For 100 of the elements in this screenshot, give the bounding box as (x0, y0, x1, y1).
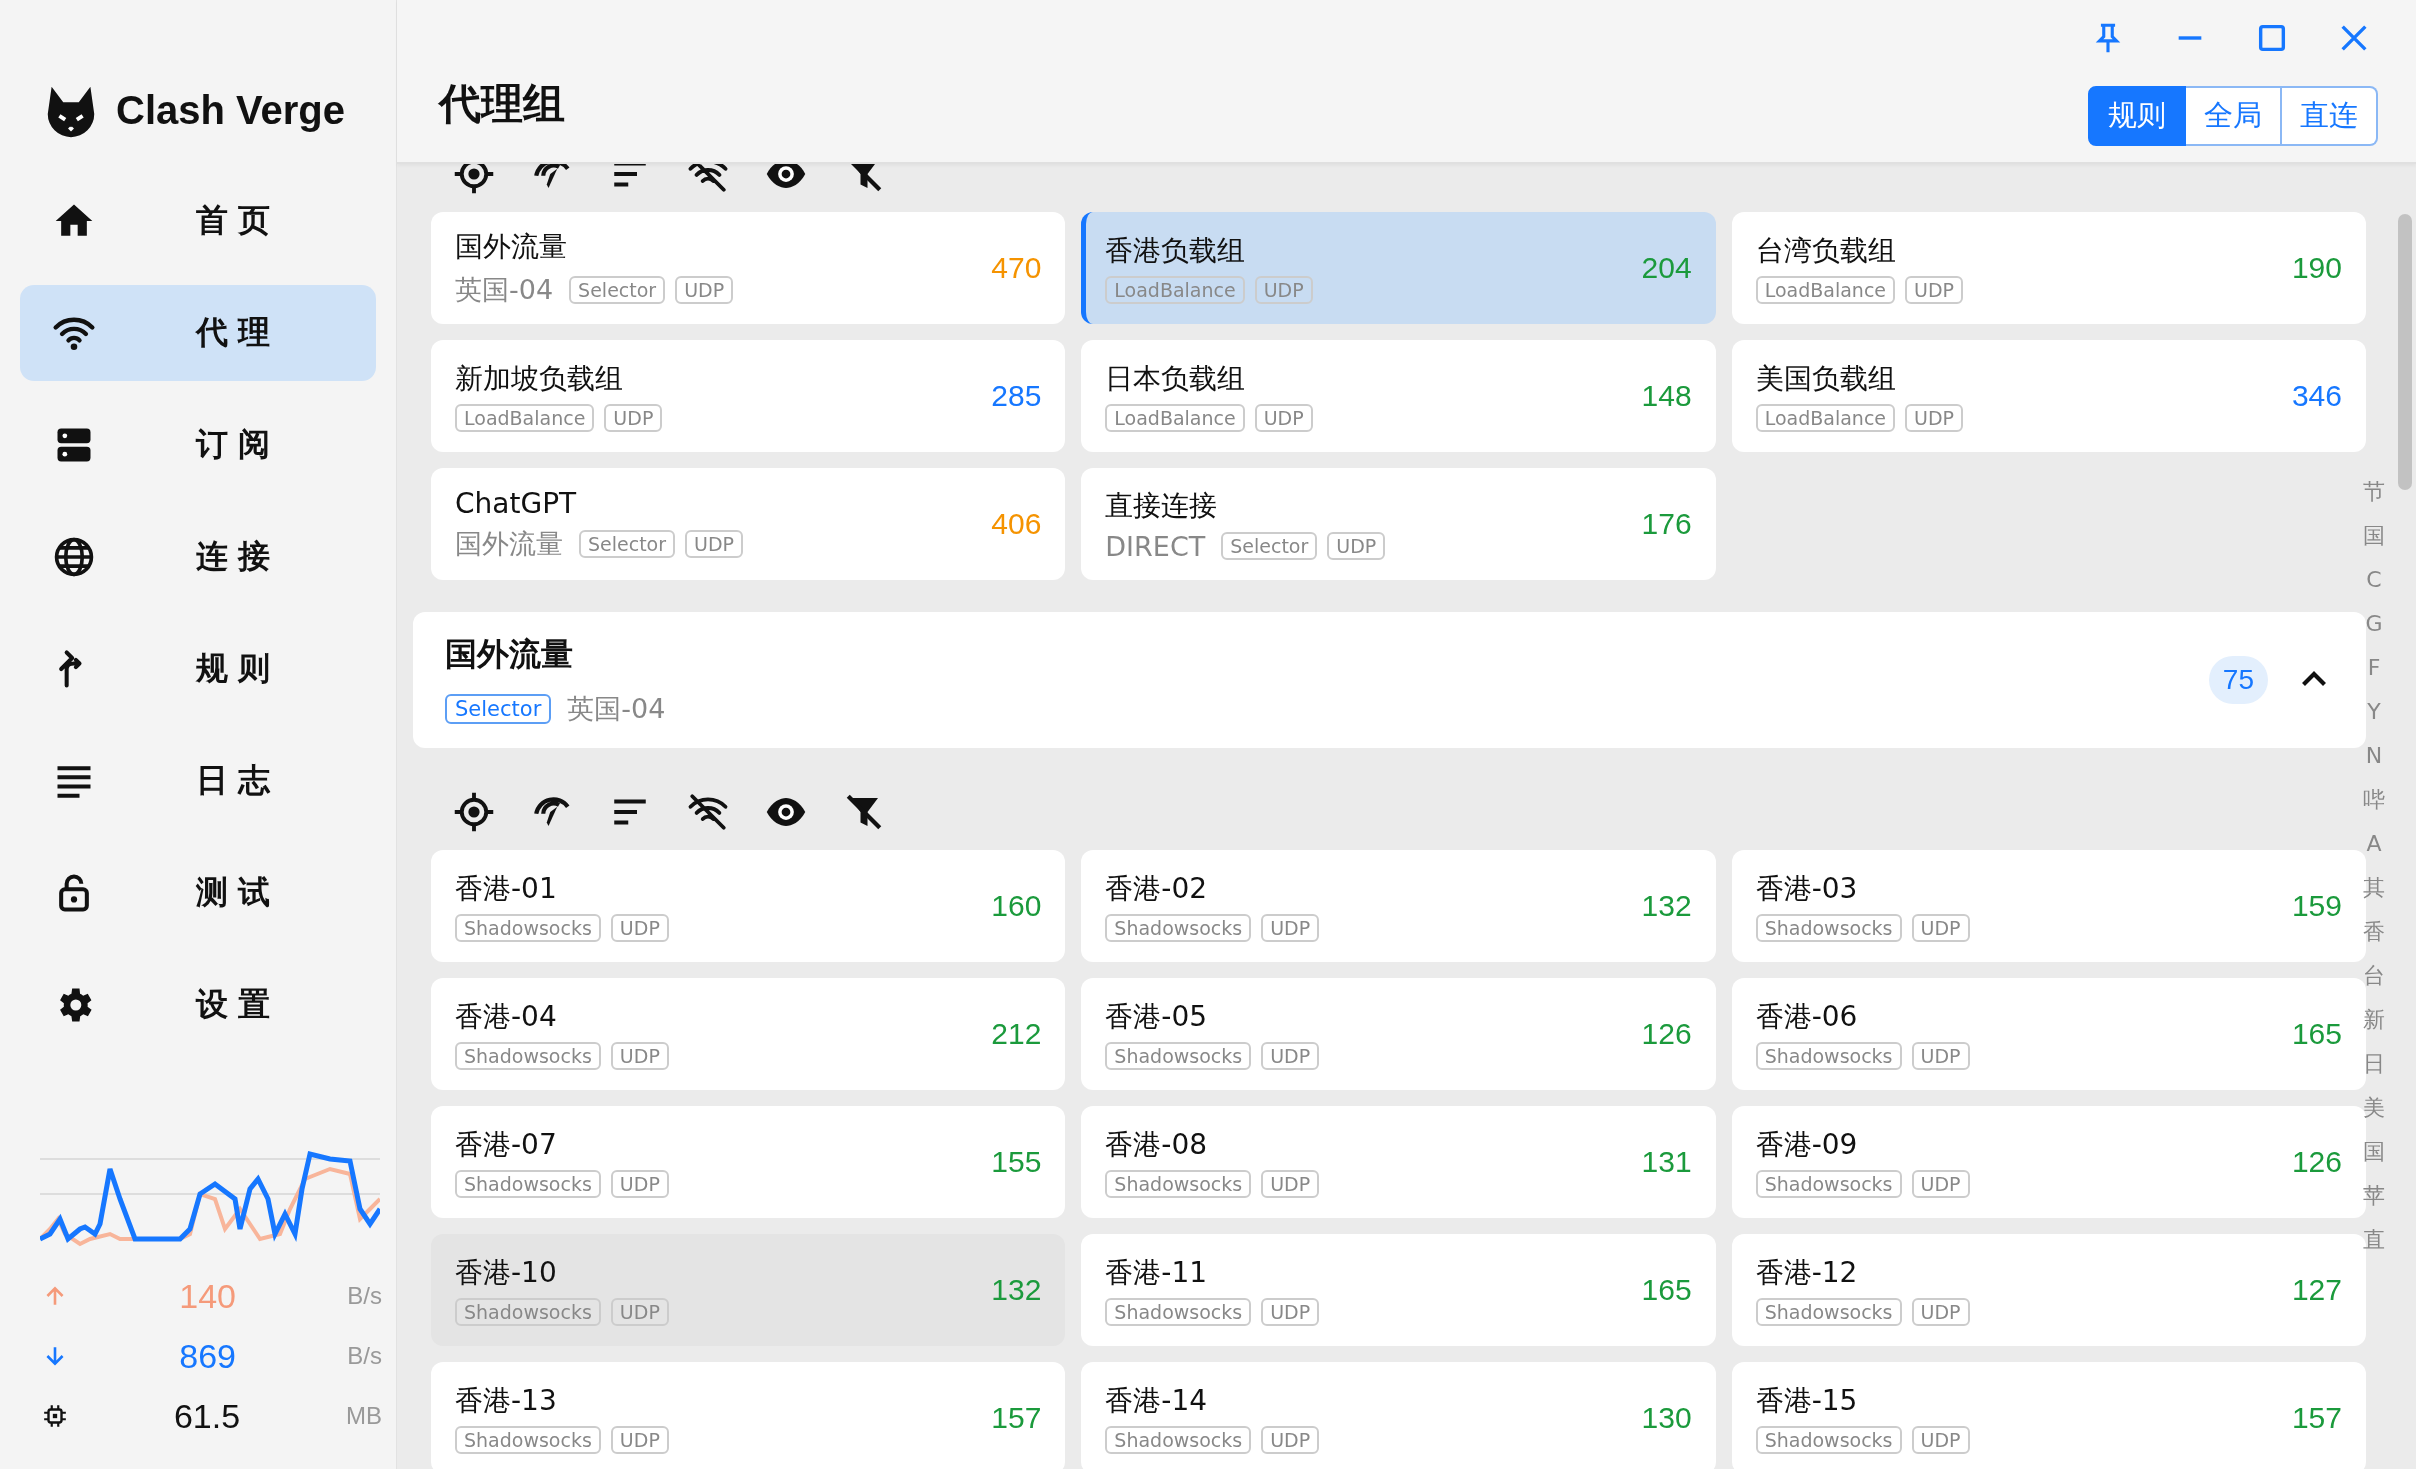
mode-tab[interactable]: 直连 (2282, 86, 2378, 146)
wifi-off-icon[interactable] (687, 791, 729, 833)
proxy-count: 75 (2208, 656, 2268, 704)
proxy-name: 香港-07 (455, 1127, 558, 1163)
unit-label: MB (346, 1402, 382, 1430)
mode-tab[interactable]: 全局 (2186, 86, 2282, 146)
nav-item[interactable]: 首页 (20, 173, 376, 269)
group-name: 美国负载组 (1755, 361, 1897, 397)
nav-item[interactable]: 代理 (20, 285, 376, 381)
proxy-card[interactable]: 香港-14 Shadowsocks UDP 130 (1081, 1362, 1716, 1469)
type-tag: Shadowsocks (1105, 1042, 1252, 1070)
type-tag: UDP (1261, 1042, 1320, 1070)
locate-icon[interactable] (453, 164, 495, 195)
proxy-name: 香港-01 (455, 871, 558, 907)
delay-value: 165 (2291, 1017, 2342, 1051)
type-tag: UDP (610, 914, 669, 942)
type-tag: LoadBalance (1105, 276, 1245, 304)
proxy-name: 香港-04 (455, 999, 558, 1035)
proxy-card[interactable]: 香港-05 Shadowsocks UDP 126 (1081, 978, 1716, 1090)
delay-value: 204 (1641, 251, 1692, 285)
group-card[interactable]: ChatGPT 国外流量 Selector UDP 406 (431, 468, 1066, 580)
delay-value: 131 (1641, 1145, 1692, 1179)
proxy-card[interactable]: 香港-07 Shadowsocks UDP 155 (431, 1106, 1066, 1218)
proxy-card[interactable]: 香港-11 Shadowsocks UDP 165 (1081, 1234, 1716, 1346)
type-tag: LoadBalance (1755, 276, 1895, 304)
proxy-card[interactable]: 香港-15 Shadowsocks UDP 157 (1731, 1362, 2366, 1469)
scrollbar[interactable] (2398, 214, 2412, 490)
nav-item[interactable]: 规则 (20, 621, 376, 717)
unit-label: B/s (347, 1282, 382, 1310)
group-card[interactable]: 直接连接 DIRECT Selector UDP 176 (1081, 468, 1716, 580)
type-tag: UDP (1327, 532, 1386, 560)
type-tag: UDP (1254, 404, 1313, 432)
type-tag: UDP (604, 404, 663, 432)
group-card[interactable]: 日本负载组 LoadBalance UDP 148 (1081, 340, 1716, 452)
type-tag: UDP (1911, 1042, 1970, 1070)
proxy-card[interactable]: 香港-01 Shadowsocks UDP 160 (431, 850, 1066, 962)
proxy-name: 香港-03 (1755, 871, 1859, 907)
group-name: 国外流量 (455, 229, 568, 265)
proxy-name: 香港-09 (1755, 1127, 1859, 1163)
proxy-card[interactable]: 香港-04 Shadowsocks UDP 212 (431, 978, 1066, 1090)
type-tag: LoadBalance (455, 404, 595, 432)
proxy-name: 香港-05 (1105, 999, 1209, 1035)
wifi-off-icon[interactable] (687, 164, 729, 195)
proxy-card[interactable]: 香港-08 Shadowsocks UDP 131 (1081, 1106, 1716, 1218)
locate-icon[interactable] (453, 791, 495, 833)
group-card[interactable]: 美国负载组 LoadBalance UDP 346 (1731, 340, 2366, 452)
proxy-name: 香港-08 (1105, 1127, 1209, 1163)
type-tag: Selector (569, 276, 666, 304)
nav-item[interactable]: 设置 (20, 957, 376, 1053)
delay-value: 126 (2291, 1145, 2342, 1179)
delay-value: 165 (1641, 1273, 1692, 1307)
proxy-name: 香港-10 (455, 1255, 558, 1291)
nav-item[interactable]: 连接 (20, 509, 376, 605)
group-name: 直接连接 (1105, 487, 1219, 524)
type-tag: UDP (1254, 276, 1313, 304)
type-tag: LoadBalance (1105, 404, 1245, 432)
delay-value: 406 (991, 507, 1042, 541)
delay-value: 126 (1641, 1017, 1692, 1051)
proxy-card[interactable]: 香港-13 Shadowsocks UDP 157 (431, 1362, 1066, 1469)
app-title: Clash Verge (116, 87, 345, 133)
proxy-name: 香港-13 (455, 1383, 558, 1419)
type-tag: Shadowsocks (1755, 1042, 1902, 1070)
type-tag: UDP (1261, 1298, 1320, 1326)
delay-value: 160 (991, 889, 1042, 923)
type-tag: Shadowsocks (455, 1426, 601, 1454)
type-tag: Shadowsocks (1105, 1170, 1252, 1198)
type-tag: UDP (1911, 914, 1970, 942)
group-name: ChatGPT (455, 486, 578, 520)
proxy-card[interactable]: 香港-02 Shadowsocks UDP 132 (1081, 850, 1716, 962)
proxy-card[interactable]: 香港-10 Shadowsocks UDP 132 (431, 1234, 1066, 1346)
group-name: 国外流量 (445, 634, 574, 675)
delay-value: 148 (1641, 379, 1692, 413)
proxy-name: 香港-06 (1755, 999, 1859, 1035)
type-tag: UDP (1911, 1298, 1970, 1326)
type-tag: Selector (1221, 532, 1318, 560)
group-card[interactable]: 台湾负载组 LoadBalance UDP 190 (1731, 212, 2366, 324)
type-tag: UDP (1905, 276, 1963, 304)
group-panel[interactable]: 国外流量 Selector 英国-04 75 (413, 612, 2366, 748)
type-tag: UDP (610, 1170, 669, 1198)
type-tag: UDP (1911, 1426, 1970, 1454)
group-card[interactable]: 新加坡负载组 LoadBalance UDP 285 (431, 340, 1066, 452)
current-proxy: 英国-04 (567, 692, 666, 726)
type-tag: UDP (610, 1426, 669, 1454)
nav-item[interactable]: 日志 (20, 733, 376, 829)
proxy-name: 香港-12 (1755, 1255, 1859, 1291)
current-proxy: 英国-04 (455, 273, 554, 307)
chip-icon (42, 1403, 68, 1429)
type-tag: Shadowsocks (455, 1042, 601, 1070)
mode-tab[interactable]: 规则 (2088, 86, 2186, 146)
proxy-name: 香港-15 (1755, 1383, 1859, 1419)
delay-value: 155 (991, 1145, 1042, 1179)
type-tag: UDP (1261, 1170, 1320, 1198)
page-title: 代理组 (439, 78, 565, 130)
nav-item[interactable]: 订阅 (20, 397, 376, 493)
upload-value: 140 (178, 1276, 237, 1316)
nav-item[interactable]: 测试 (20, 845, 376, 941)
group-name: 日本负载组 (1105, 361, 1247, 397)
group-card[interactable]: 香港负载组 LoadBalance UDP 204 (1081, 212, 1716, 324)
group-card[interactable]: 国外流量 英国-04 Selector UDP 470 (431, 212, 1066, 324)
type-tag: Shadowsocks (455, 1298, 601, 1326)
